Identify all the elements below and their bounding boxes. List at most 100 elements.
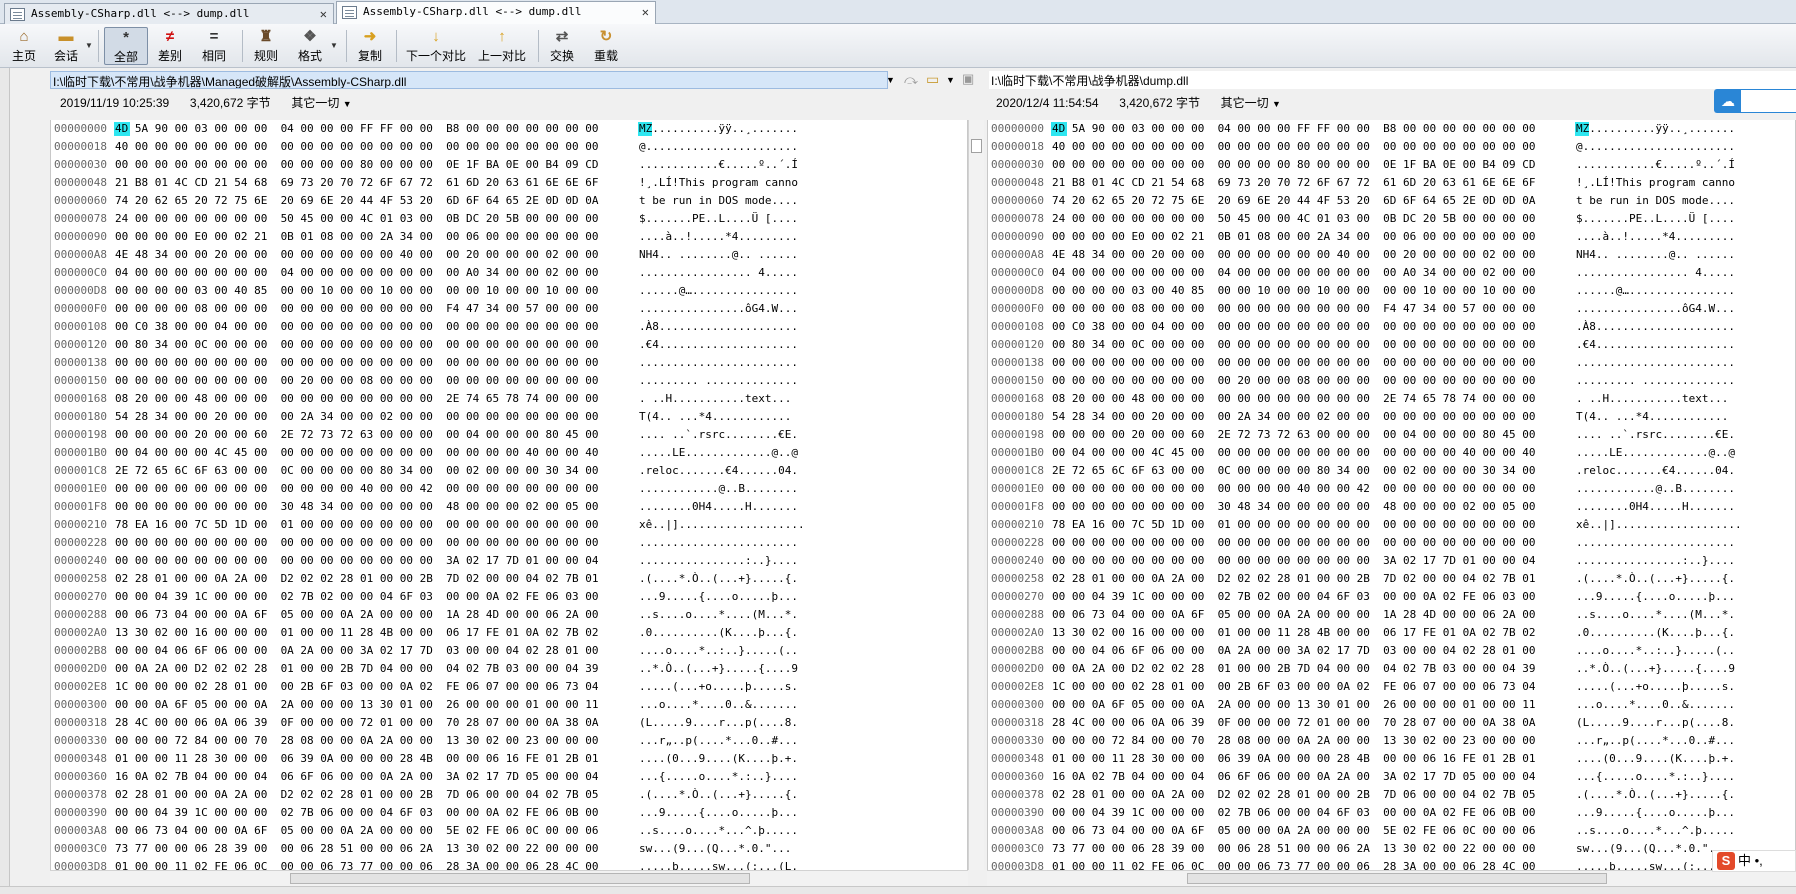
row-hex-bytes[interactable]: 21 B8 01 4C CD 21 54 68 69 73 20 70 72 6…: [115, 174, 598, 192]
row-ascii[interactable]: ................ôG4.W...: [1576, 300, 1735, 318]
hex-row[interactable]: 00000030 00 00 00 00 00 00 00 00 00 00 00…: [51, 156, 967, 174]
row-hex-bytes[interactable]: 28 4C 00 00 06 0A 06 39 0F 00 00 00 72 0…: [115, 714, 598, 732]
row-hex-bytes[interactable]: 00 00 00 00 00 00 00 00 00 00 00 00 00 0…: [115, 552, 598, 570]
row-ascii[interactable]: ..s....o....*...^.þ.....: [1576, 822, 1735, 840]
row-hex-bytes[interactable]: 00 00 00 00 00 00 00 00 00 00 00 00 00 0…: [115, 534, 598, 552]
hex-row[interactable]: 00000120 00 80 34 00 0C 00 00 00 00 00 00…: [51, 336, 967, 354]
row-ascii[interactable]: ...o....*....0..&.......: [639, 696, 798, 714]
row-hex-bytes[interactable]: 00 06 73 04 00 00 0A 6F 05 00 00 0A 2A 0…: [1052, 606, 1535, 624]
row-ascii[interactable]: . ..H...........text...: [639, 390, 791, 408]
row-ascii[interactable]: @.......................: [639, 138, 798, 156]
row-ascii[interactable]: sw...(9...(Q...*.0."...: [639, 840, 791, 858]
hex-row[interactable]: 00000078 24 00 00 00 00 00 00 00 50 45 00…: [988, 210, 1795, 228]
row-hex-bytes[interactable]: 24 00 00 00 00 00 00 00 50 45 00 00 4C 0…: [115, 210, 598, 228]
row-hex-bytes[interactable]: 00 04 00 00 00 4C 45 00 00 00 00 00 00 0…: [1052, 444, 1535, 462]
hex-row[interactable]: 00000018 40 00 00 00 00 00 00 00 00 00 00…: [988, 138, 1795, 156]
row-hex-bytes[interactable]: 00 00 00 00 20 00 00 60 2E 72 73 72 63 0…: [115, 426, 598, 444]
hex-row[interactable]: 00000258 02 28 01 00 00 0A 2A 00 D2 02 02…: [51, 570, 967, 588]
prev-diff-button[interactable]: ↑ 上一对比: [474, 27, 530, 65]
home-button[interactable]: ⌂ 主页: [6, 27, 42, 65]
right-encoding-select[interactable]: 其它一切 ▼: [1221, 96, 1281, 110]
row-hex-bytes[interactable]: 00 80 34 00 0C 00 00 00 00 00 00 00 00 0…: [115, 336, 598, 354]
save-icon[interactable]: ▣: [962, 71, 974, 87]
close-icon[interactable]: ✕: [320, 7, 327, 21]
row-ascii[interactable]: .... ..`.rsrc........€E.: [1576, 426, 1735, 444]
hex-row[interactable]: 000001F8 00 00 00 00 00 00 00 00 30 48 34…: [988, 498, 1795, 516]
hex-row[interactable]: 00000378 02 28 01 00 00 0A 2A 00 D2 02 02…: [51, 786, 967, 804]
row-hex-bytes[interactable]: 24 00 00 00 00 00 00 00 50 45 00 00 4C 0…: [1052, 210, 1535, 228]
row-hex-bytes[interactable]: 00 00 00 00 00 00 00 00 00 00 00 00 00 0…: [1052, 552, 1535, 570]
hex-row[interactable]: 00000180 54 28 34 00 00 20 00 00 00 2A 34…: [51, 408, 967, 426]
row-hex-bytes[interactable]: 00 00 04 06 6F 06 00 00 0A 2A 00 00 3A 0…: [115, 642, 598, 660]
hex-row[interactable]: 00000210 78 EA 16 00 7C 5D 1D 00 01 00 00…: [988, 516, 1795, 534]
row-ascii[interactable]: ................. 4.....: [1576, 264, 1735, 282]
row-hex-bytes[interactable]: 02 28 01 00 00 0A 2A 00 D2 02 02 28 01 0…: [1052, 570, 1535, 588]
row-hex-bytes[interactable]: 04 00 00 00 00 00 00 00 04 00 00 00 00 0…: [115, 264, 598, 282]
row-ascii[interactable]: ............€.....º..´.Í: [639, 156, 798, 174]
hex-row[interactable]: 00000330 00 00 00 72 84 00 00 70 28 08 00…: [988, 732, 1795, 750]
hex-row[interactable]: 00000168 08 20 00 00 48 00 00 00 00 00 00…: [988, 390, 1795, 408]
row-ascii[interactable]: .0..........(K....þ...{.: [639, 624, 798, 642]
row-ascii[interactable]: ................ôG4.W...: [639, 300, 798, 318]
close-icon[interactable]: ✕: [642, 5, 649, 19]
row-hex-bytes[interactable]: 01 00 00 11 28 30 00 00 06 39 0A 00 00 0…: [1052, 750, 1535, 768]
hex-row[interactable]: 000002E8 1C 00 00 00 02 28 01 00 00 2B 6F…: [988, 678, 1795, 696]
left-hex-pane[interactable]: 00000000 4D 5A 90 00 03 00 00 00 04 00 00…: [50, 120, 968, 870]
row-ascii[interactable]: .(....*.Ò..(...+}.....{.: [639, 786, 798, 804]
row-ascii[interactable]: ....à..!.....*4.........: [1576, 228, 1735, 246]
row-ascii[interactable]: .€4.....................: [1576, 336, 1735, 354]
next-diff-button[interactable]: ↓ 下一个对比: [404, 27, 468, 65]
row-hex-bytes[interactable]: 01 00 00 11 28 30 00 00 06 39 0A 00 00 0…: [115, 750, 598, 768]
row-ascii[interactable]: NH4.. ........@.. ......: [1576, 246, 1735, 264]
cloud-button[interactable]: ☁: [1714, 89, 1796, 113]
row-hex-bytes[interactable]: 00 00 00 00 08 00 00 00 00 00 00 00 00 0…: [1052, 300, 1535, 318]
hex-row[interactable]: 00000318 28 4C 00 00 06 0A 06 39 0F 00 00…: [988, 714, 1795, 732]
row-ascii[interactable]: ...9.....{....o.....þ...: [639, 804, 798, 822]
row-hex-bytes[interactable]: 00 00 00 00 00 00 00 00 00 20 00 00 08 0…: [1052, 372, 1535, 390]
row-hex-bytes[interactable]: 00 00 00 00 00 00 00 00 00 00 00 00 80 0…: [1052, 156, 1535, 174]
row-ascii[interactable]: ....o....*..:..}.....(..: [639, 642, 798, 660]
row-hex-bytes[interactable]: 00 00 00 72 84 00 00 70 28 08 00 00 0A 2…: [1052, 732, 1535, 750]
row-ascii[interactable]: .....LE.............@..@: [1576, 444, 1735, 462]
row-hex-bytes[interactable]: 73 77 00 00 06 28 39 00 00 06 28 51 00 0…: [1052, 840, 1535, 858]
row-ascii[interactable]: ......... ..............: [1576, 372, 1735, 390]
row-ascii[interactable]: T(4.. ...*4............: [639, 408, 791, 426]
row-ascii[interactable]: MZ..........ÿÿ..¸.......: [1576, 120, 1735, 138]
row-ascii[interactable]: ............@..B........: [639, 480, 798, 498]
hex-row[interactable]: 00000378 02 28 01 00 00 0A 2A 00 D2 02 02…: [988, 786, 1795, 804]
row-hex-bytes[interactable]: 00 06 73 04 00 00 0A 6F 05 00 00 0A 2A 0…: [115, 822, 598, 840]
row-ascii[interactable]: ....(0...9....(K....þ.+.: [639, 750, 798, 768]
hex-row[interactable]: 000002A0 13 30 02 00 16 00 00 00 01 00 00…: [988, 624, 1795, 642]
row-hex-bytes[interactable]: 2E 72 65 6C 6F 63 00 00 0C 00 00 00 00 8…: [1052, 462, 1535, 480]
hex-row[interactable]: 00000210 78 EA 16 00 7C 5D 1D 00 01 00 00…: [51, 516, 967, 534]
row-hex-bytes[interactable]: 00 00 00 00 00 00 00 00 00 00 00 00 00 0…: [1052, 354, 1535, 372]
row-hex-bytes[interactable]: 1C 00 00 00 02 28 01 00 00 2B 6F 03 00 0…: [1052, 678, 1535, 696]
hex-row[interactable]: 000002D0 00 0A 2A 00 D2 02 02 28 01 00 00…: [51, 660, 967, 678]
show-diffs-button[interactable]: ≠ 差别: [152, 27, 188, 65]
hex-row[interactable]: 000000C0 04 00 00 00 00 00 00 00 04 00 00…: [988, 264, 1795, 282]
row-hex-bytes[interactable]: 16 0A 02 7B 04 00 00 04 06 6F 06 00 00 0…: [115, 768, 598, 786]
row-hex-bytes[interactable]: 00 00 0A 6F 05 00 00 0A 2A 00 00 00 13 3…: [1052, 696, 1535, 714]
hex-row[interactable]: 00000048 21 B8 01 4C CD 21 54 68 69 73 20…: [988, 174, 1795, 192]
row-ascii[interactable]: sw...(9...(Q...*.0."...: [1576, 840, 1728, 858]
row-hex-bytes[interactable]: 74 20 62 65 20 72 75 6E 20 69 6E 20 44 4…: [1052, 192, 1535, 210]
row-ascii[interactable]: .0..........(K....þ...{.: [1576, 624, 1735, 642]
hex-row[interactable]: 00000228 00 00 00 00 00 00 00 00 00 00 00…: [988, 534, 1795, 552]
row-hex-bytes[interactable]: 02 28 01 00 00 0A 2A 00 D2 02 02 28 01 0…: [1052, 786, 1535, 804]
hex-row[interactable]: 00000288 00 06 73 04 00 00 0A 6F 05 00 00…: [51, 606, 967, 624]
left-horizontal-scrollbar[interactable]: [50, 870, 968, 886]
hex-row[interactable]: 000000D8 00 00 00 00 03 00 40 85 00 00 10…: [988, 282, 1795, 300]
row-ascii[interactable]: $.......PE..L....Ü [....: [639, 210, 798, 228]
row-hex-bytes[interactable]: 00 C0 38 00 00 04 00 00 00 00 00 00 00 0…: [115, 318, 598, 336]
row-ascii[interactable]: .....(...+o.....þ.....s.: [639, 678, 798, 696]
row-hex-bytes[interactable]: 54 28 34 00 00 20 00 00 00 2A 34 00 00 0…: [115, 408, 598, 426]
row-ascii[interactable]: @.......................: [1576, 138, 1735, 156]
hex-row[interactable]: 00000138 00 00 00 00 00 00 00 00 00 00 00…: [51, 354, 967, 372]
row-hex-bytes[interactable]: 00 00 04 06 6F 06 00 00 0A 2A 00 00 3A 0…: [1052, 642, 1535, 660]
hex-row[interactable]: 000003C0 73 77 00 00 06 28 39 00 00 06 28…: [988, 840, 1795, 858]
show-all-button[interactable]: * 全部: [104, 27, 148, 65]
row-ascii[interactable]: ..s....o....*....(M...*.: [1576, 606, 1735, 624]
row-ascii[interactable]: ...9.....{....o.....þ...: [1576, 804, 1735, 822]
rules-button[interactable]: ♜ 规则: [248, 27, 284, 65]
row-ascii[interactable]: ....(0...9....(K....þ.+.: [1576, 750, 1735, 768]
